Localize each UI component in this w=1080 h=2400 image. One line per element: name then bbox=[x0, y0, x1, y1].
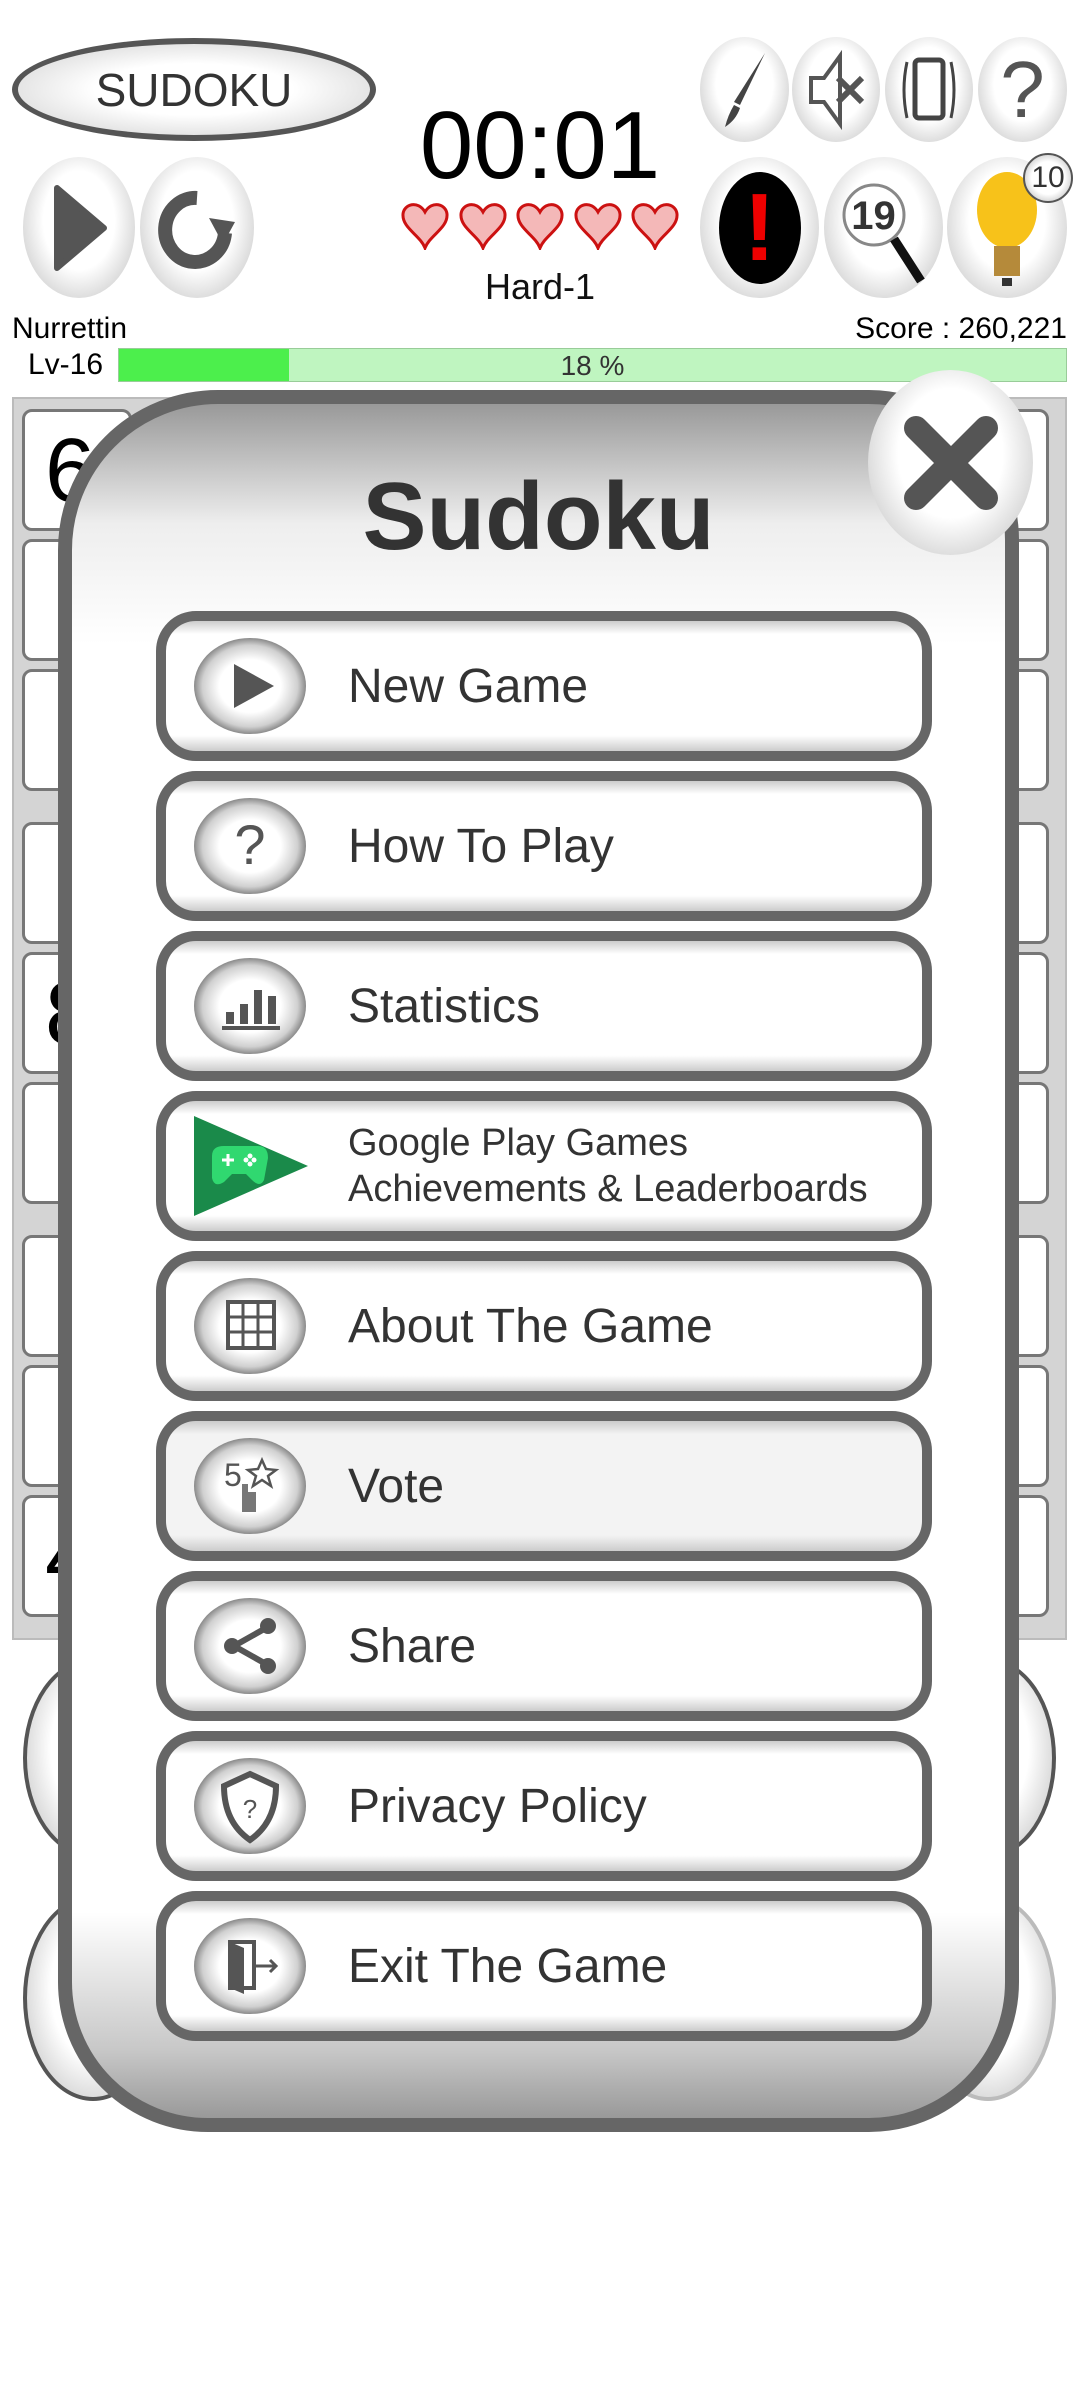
menu-item-statistics[interactable]: Statistics bbox=[156, 931, 932, 1081]
restart-icon bbox=[158, 190, 235, 269]
menu-item-label: Share bbox=[348, 1619, 477, 1673]
hint-button[interactable]: 10 bbox=[947, 153, 1073, 298]
search-button[interactable]: 19 bbox=[824, 157, 943, 298]
paintbrush-icon bbox=[724, 52, 765, 127]
heart-icon bbox=[574, 203, 621, 250]
svg-text:5: 5 bbox=[224, 1457, 242, 1493]
menu-item-label: Privacy Policy bbox=[348, 1779, 647, 1833]
resume-button[interactable] bbox=[23, 157, 135, 298]
menu-item-label-line2: Achievements & Leaderboards bbox=[348, 1168, 868, 1210]
shield-question-icon: ? bbox=[194, 1758, 306, 1854]
vibration-toggle-button[interactable] bbox=[885, 37, 973, 142]
sound-muted-icon bbox=[809, 49, 865, 130]
menu-item-label: Vote bbox=[348, 1459, 445, 1513]
difficulty-label: Hard-1 bbox=[484, 266, 596, 307]
logo-text: SUDOKU bbox=[95, 63, 293, 116]
question-icon: ? bbox=[194, 798, 306, 894]
heart-icon bbox=[516, 203, 564, 250]
help-button[interactable]: ? bbox=[978, 37, 1067, 142]
close-icon bbox=[903, 415, 998, 510]
menu-item-privacy-policy[interactable]: ? Privacy Policy bbox=[156, 1731, 932, 1881]
close-button[interactable] bbox=[868, 370, 1033, 555]
menu-item-google-play-games[interactable]: Google Play Games Achievements & Leaderbo… bbox=[156, 1091, 932, 1241]
menu-item-how-to-play[interactable]: ? How To Play bbox=[156, 771, 932, 921]
sound-toggle-button[interactable] bbox=[792, 37, 880, 142]
level-label: Lv-16 bbox=[28, 348, 104, 381]
svg-text:?: ? bbox=[234, 813, 265, 876]
timer: 00:01 bbox=[419, 92, 661, 199]
heart-icon bbox=[459, 203, 506, 250]
player-name: Nurrettin bbox=[12, 312, 128, 345]
sudoku-logo-button[interactable]: SUDOKU bbox=[12, 38, 376, 141]
menu-item-label: Google Play Games Achievements & Leaderbo… bbox=[348, 1120, 868, 1212]
menu-item-label: Statistics bbox=[348, 979, 541, 1033]
google-play-games-icon bbox=[194, 1116, 308, 1216]
alert-icon: ! bbox=[718, 171, 801, 284]
menu-item-new-game[interactable]: New Game bbox=[156, 611, 932, 761]
sudoku-grid-icon bbox=[194, 1278, 306, 1374]
menu-item-exit-the-game[interactable]: Exit The Game bbox=[156, 1891, 932, 2041]
bar-chart-icon bbox=[194, 958, 306, 1054]
exit-door-icon bbox=[194, 1918, 306, 2014]
search-count: 19 bbox=[851, 194, 896, 238]
lives bbox=[400, 200, 680, 250]
svg-text:?: ? bbox=[243, 1794, 257, 1824]
menu-item-label: About The Game bbox=[348, 1299, 713, 1353]
question-icon: ? bbox=[1000, 44, 1045, 134]
check-errors-button[interactable]: ! bbox=[700, 157, 819, 298]
play-icon bbox=[194, 638, 306, 734]
heart-icon bbox=[401, 203, 449, 250]
restart-button[interactable] bbox=[140, 157, 254, 298]
share-icon bbox=[194, 1598, 306, 1694]
menu-item-about-the-game[interactable]: About The Game bbox=[156, 1251, 932, 1401]
menu-item-label-line1: Google Play Games bbox=[348, 1122, 689, 1164]
vibration-icon bbox=[902, 57, 956, 120]
score: Score : 260,221 bbox=[855, 312, 1067, 345]
rate-five-star-icon: 5 bbox=[194, 1438, 306, 1534]
menu-item-label: How To Play bbox=[348, 819, 614, 873]
menu-item-label: New Game bbox=[348, 659, 589, 713]
theme-button[interactable] bbox=[700, 37, 789, 142]
hint-count-badge: 10 bbox=[1023, 153, 1073, 203]
play-icon bbox=[54, 184, 107, 271]
heart-icon bbox=[631, 203, 679, 250]
menu-item-share[interactable]: Share bbox=[156, 1571, 932, 1721]
menu-item-label: Exit The Game bbox=[348, 1939, 668, 1993]
menu-item-vote[interactable]: 5 Vote bbox=[156, 1411, 932, 1561]
hint-count: 10 bbox=[1031, 161, 1065, 194]
